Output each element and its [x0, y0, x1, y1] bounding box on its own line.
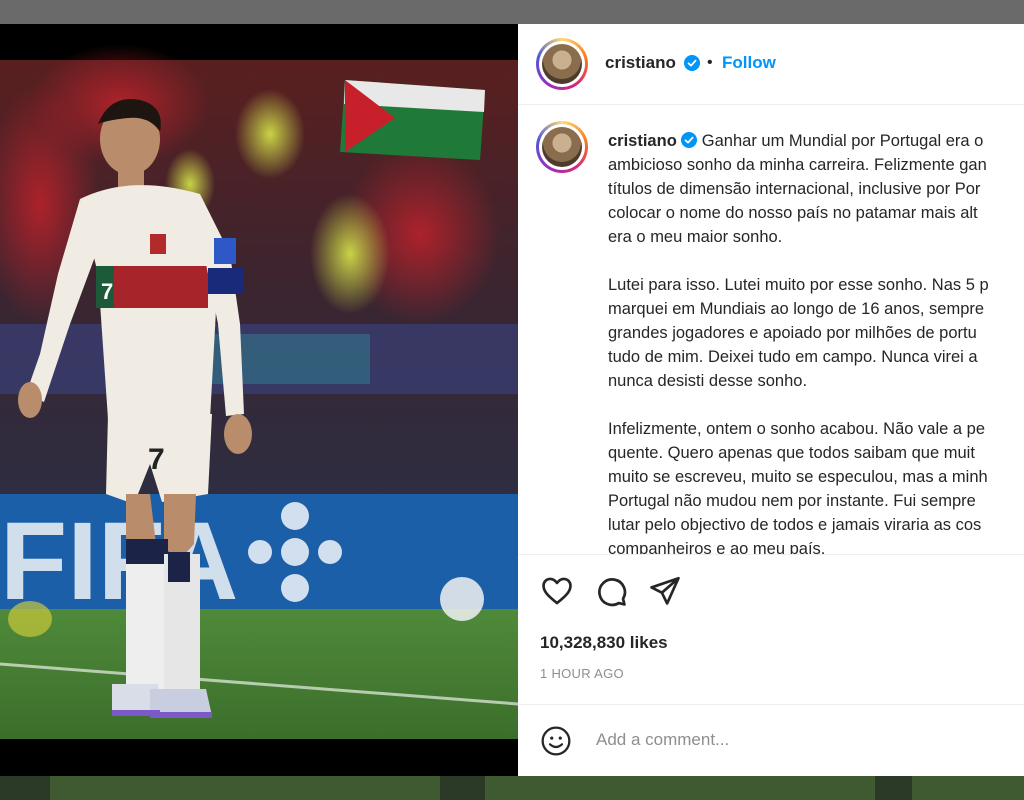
share-icon[interactable] [648, 574, 682, 608]
football-player-photo: FIFA 7 7 [0, 24, 518, 776]
svg-text:7: 7 [148, 443, 165, 476]
author-username[interactable]: cristiano [605, 53, 676, 73]
post-photo[interactable]: FIFA 7 7 [0, 24, 518, 776]
verified-badge-icon [684, 55, 700, 71]
action-bar [518, 572, 1024, 612]
background-thumbnails [0, 776, 1024, 800]
post-panel: cristiano • Follow cristiano Ganhar um Mu… [518, 24, 1024, 776]
caption-first-paragraph: cristiano Ganhar um Mundial por Portugal … [608, 129, 1024, 249]
comment-bar [518, 704, 1024, 776]
emoji-icon[interactable] [540, 725, 572, 757]
likes-count[interactable]: 10,328,830 likes [540, 633, 668, 653]
caption-username[interactable]: cristiano [608, 132, 677, 150]
caption-area[interactable]: cristiano Ganhar um Mundial por Portugal … [518, 105, 1024, 554]
caption-verified-badge-icon [680, 132, 697, 148]
heart-icon[interactable] [540, 574, 574, 608]
caption-paragraph: Infelizmente, ontem o sonho acabou. Não … [608, 420, 988, 554]
actions-divider [518, 554, 1024, 555]
browser-top-bar [0, 0, 1024, 24]
comment-input[interactable] [594, 729, 998, 751]
author-avatar[interactable] [536, 38, 588, 90]
comment-icon[interactable] [594, 574, 628, 608]
follow-button[interactable]: Follow [722, 53, 776, 73]
svg-text:7: 7 [101, 279, 113, 304]
caption-author-avatar[interactable] [536, 121, 588, 173]
header-separator: • [707, 54, 713, 71]
caption-paragraph: Lutei para isso. Lutei muito por esse so… [608, 276, 989, 390]
caption-text: cristiano Ganhar um Mundial por Portugal … [608, 129, 1024, 554]
post-header: cristiano • Follow [518, 24, 1024, 105]
post-time[interactable]: 1 HOUR AGO [540, 666, 624, 681]
